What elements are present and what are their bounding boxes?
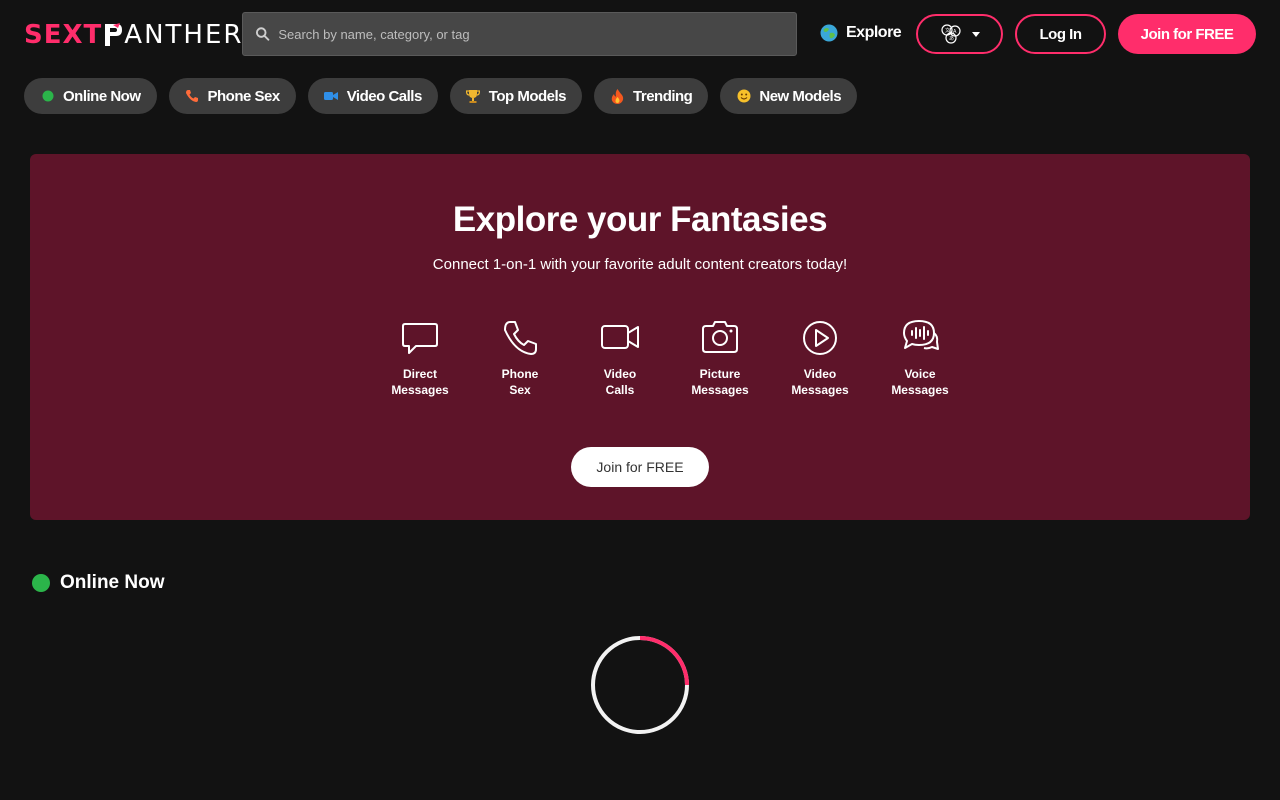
pill-new-models[interactable]: New Models [720, 78, 858, 114]
category-pills: Online Now Phone Sex Video Calls Top Mod… [24, 78, 858, 114]
fire-icon [610, 88, 625, 104]
pill-trending[interactable]: Trending [594, 78, 709, 114]
play-circle-icon [803, 321, 837, 355]
language-icon: 文 A あ [940, 24, 961, 44]
green-dot-icon [40, 89, 55, 104]
pill-phone-sex[interactable]: Phone Sex [168, 78, 296, 114]
globe-icon [820, 24, 838, 42]
pill-online-now[interactable]: Online Now [24, 78, 157, 114]
search-bar [242, 12, 797, 56]
feature-label: Video Messages [791, 367, 849, 397]
caret-down-icon [971, 31, 980, 37]
video-camera-icon [601, 325, 639, 349]
login-button[interactable]: Log In [1015, 14, 1106, 54]
search-input[interactable] [278, 26, 796, 42]
hero-banner: Explore your Fantasies Connect 1-on-1 wi… [30, 154, 1250, 520]
explore-link[interactable]: Explore [820, 24, 902, 42]
feature-video-messages: Video Messages [770, 318, 870, 398]
feature-picture-messages: Picture Messages [670, 318, 770, 398]
online-status-icon [32, 574, 50, 592]
pill-top-models[interactable]: Top Models [449, 78, 583, 114]
pill-label: Phone Sex [207, 87, 281, 105]
feature-label: Video Calls [603, 367, 637, 397]
feature-label: Phone Sex [501, 367, 539, 397]
join-button[interactable]: Join for FREE [1118, 14, 1256, 54]
chat-bubble-icon [402, 323, 438, 354]
feature-phone-sex: Phone Sex [470, 318, 570, 398]
hero-join-button[interactable]: Join for FREE [571, 447, 709, 487]
feature-direct-messages: Direct Messages [370, 318, 470, 398]
feature-list: Direct Messages Phone Sex Video Calls Pi… [360, 318, 960, 408]
pill-label: Trending [633, 87, 693, 105]
phone-icon [504, 321, 537, 355]
pill-label: Video Calls [346, 87, 423, 105]
pill-label: Online Now [63, 87, 141, 105]
site-logo[interactable]: SEXT ANTHER [24, 20, 243, 50]
hero-subtitle: Connect 1-on-1 with your favorite adult … [432, 256, 848, 273]
online-now-title: Online Now [60, 572, 165, 593]
pill-label: Top Models [488, 87, 567, 105]
svg-text:あ: あ [949, 36, 954, 42]
logo-text-part2: ANTHER [124, 20, 244, 50]
online-now-heading: Online Now [32, 572, 165, 594]
camera-icon [702, 321, 738, 353]
feature-video-calls: Video Calls [570, 318, 670, 398]
feature-label: Picture Messages [691, 367, 749, 397]
svg-text:A: A [953, 29, 957, 35]
feature-label: Voice Messages [891, 367, 949, 397]
trophy-icon [466, 89, 481, 104]
logo-text-part1: SEXT [24, 20, 103, 50]
voice-chat-icon [903, 320, 939, 350]
search-icon [255, 27, 270, 41]
pill-label: New Models [759, 87, 842, 105]
hero-title: Explore your Fantasies [452, 200, 828, 239]
loading-spinner-icon [591, 636, 689, 734]
feature-label: Direct Messages [391, 367, 449, 397]
pill-video-calls[interactable]: Video Calls [307, 78, 438, 114]
feature-voice-messages: Voice Messages [870, 318, 970, 398]
phone-icon [185, 89, 200, 104]
language-selector-button[interactable]: 文 A あ [916, 14, 1003, 54]
svg-text:文: 文 [945, 27, 950, 34]
top-header: SEXT ANTHER Explore 文 A あ [0, 0, 1280, 68]
video-camera-icon [324, 89, 339, 104]
panther-logo-icon [105, 23, 123, 46]
explore-label: Explore [846, 24, 902, 41]
smiley-icon [736, 89, 751, 104]
